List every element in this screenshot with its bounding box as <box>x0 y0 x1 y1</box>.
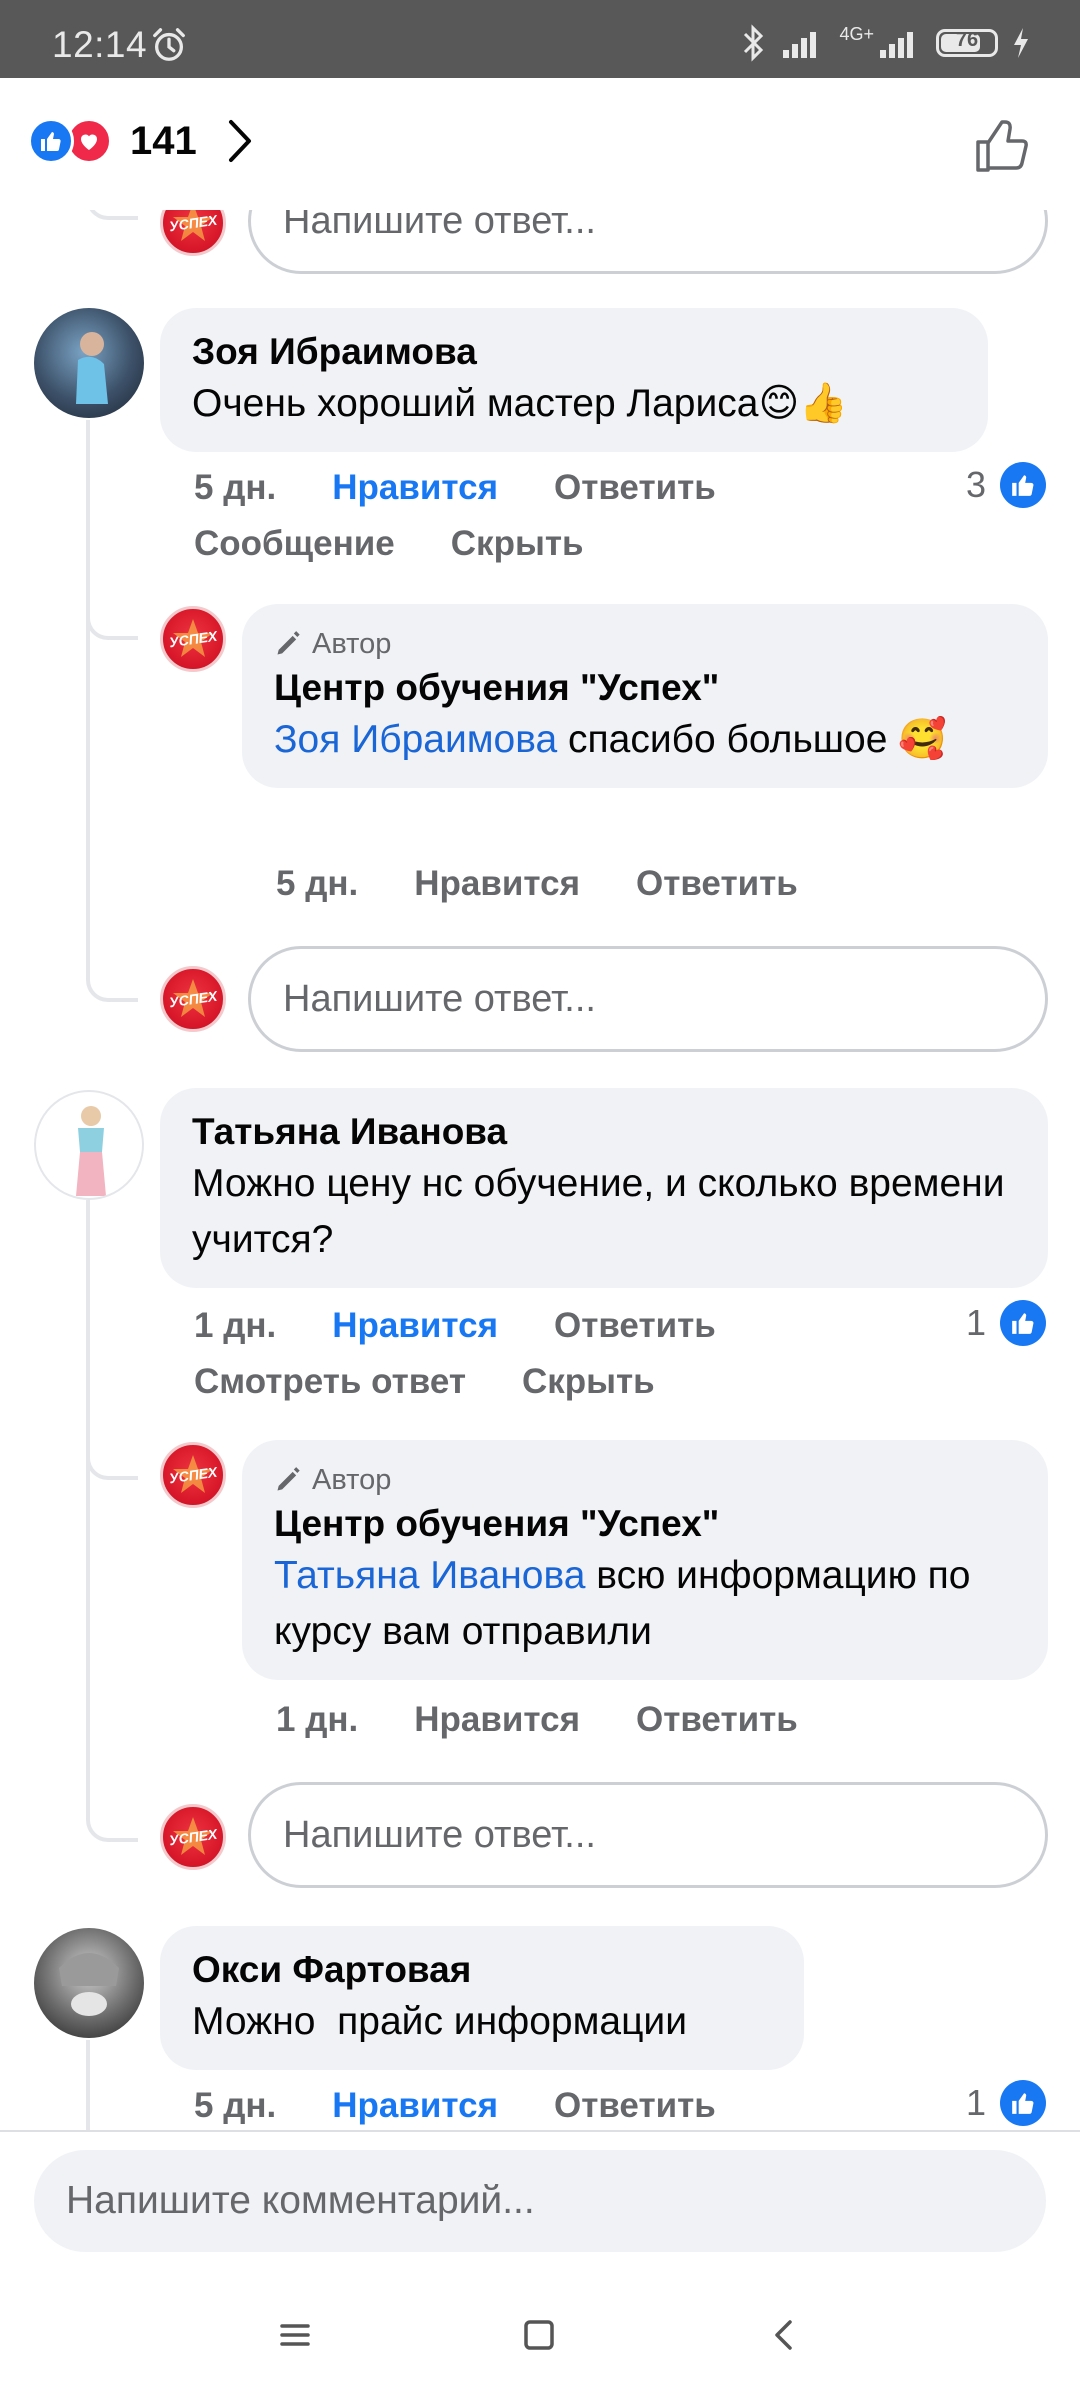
comment-time[interactable]: 1 дн. <box>194 1306 276 1346</box>
home-square-icon[interactable] <box>516 2312 562 2358</box>
comment-actions-secondary: Смотреть ответ Скрыть <box>194 1362 711 1402</box>
comment-actions-secondary: Сообщение Скрыть <box>194 524 640 564</box>
like-button[interactable]: Нравится <box>332 468 498 508</box>
reply-button[interactable]: Ответить <box>554 2086 716 2126</box>
pencil-icon <box>277 631 300 655</box>
like-badge-icon <box>1000 1300 1046 1346</box>
comment-bubble: Окси Фартовая Можно прайс информации <box>160 1926 804 2070</box>
reply-input[interactable]: Напишите ответ... <box>248 946 1048 1052</box>
author-badge: Автор <box>274 624 1016 664</box>
like-count-value: 3 <box>965 464 986 505</box>
thread-branch <box>86 960 138 1002</box>
like-button[interactable]: Нравится <box>332 2086 498 2126</box>
comment-author[interactable]: Татьяна Иванова <box>192 1108 1016 1156</box>
like-button[interactable]: Нравится <box>414 864 580 904</box>
comment-author[interactable]: Зоя Ибраимова <box>192 328 956 376</box>
mention-link[interactable]: Зоя Ибраимова <box>274 718 557 761</box>
back-icon[interactable] <box>762 2312 808 2358</box>
page-avatar[interactable]: УСПЕХ <box>160 1804 226 1870</box>
reply-bubble: Автор Центр обучения "Успех" Татьяна Ива… <box>242 1440 1048 1680</box>
reply-text: Зоя Ибраимова спасибо большое 🥰 <box>274 712 1016 768</box>
comment-text: Можно цену нс обучение, и сколько времен… <box>192 1162 1005 1261</box>
reply-button[interactable]: Ответить <box>554 1306 716 1346</box>
comment-actions: 5 дн. Нравится Ответить <box>194 468 772 508</box>
reactions-header: 141 <box>0 78 1080 210</box>
page-avatar[interactable]: УСПЕХ <box>160 606 226 672</box>
view-reply-button[interactable]: Смотреть ответ <box>194 1362 466 1402</box>
user-avatar[interactable] <box>34 1090 144 1200</box>
message-button[interactable]: Сообщение <box>194 524 395 564</box>
comment-text: Можно прайс информации <box>192 2000 687 2043</box>
thread-branch <box>86 1440 138 1480</box>
comment-bubble: Татьяна Иванова Можно цену нс обучение, … <box>160 1088 1048 1288</box>
page-avatar[interactable]: УСПЕХ <box>160 966 226 1032</box>
author-tag-label: Автор <box>312 628 392 660</box>
menu-icon[interactable] <box>272 2312 318 2358</box>
person-photo-icon <box>76 332 108 404</box>
user-avatar[interactable] <box>34 1928 144 2038</box>
like-post-icon[interactable] <box>972 116 1032 176</box>
like-button[interactable]: Нравится <box>414 1700 580 1740</box>
comment-like-count[interactable]: 3 <box>966 462 1046 508</box>
comment-text: Очень хороший мастер Лариса😊👍 <box>192 382 848 425</box>
reply-button[interactable]: Ответить <box>636 1700 798 1740</box>
like-count-value: 1 <box>965 2082 986 2123</box>
thread-line <box>86 1200 90 1800</box>
reply-button[interactable]: Ответить <box>636 864 798 904</box>
comment-input[interactable]: Напишите комментарий... <box>34 2150 1046 2252</box>
pencil-icon <box>277 1467 300 1491</box>
thread-branch <box>86 1800 138 1842</box>
comment-time[interactable]: 5 дн. <box>194 468 276 508</box>
reply-author[interactable]: Центр обучения "Успех" <box>274 664 1016 712</box>
comment-bubble: Зоя Ибраимова Очень хороший мастер Ларис… <box>160 308 988 452</box>
reactions-summary[interactable]: 141 <box>28 118 255 164</box>
page-avatar[interactable]: УСПЕХ <box>160 1442 226 1508</box>
reaction-count: 141 <box>130 118 197 163</box>
user-avatar[interactable] <box>34 308 144 418</box>
comments-feed[interactable]: УСПЕХ Напишите ответ... Зоя Ибраимова Оч… <box>0 0 1080 2130</box>
mention-link[interactable]: Татьяна Иванова <box>274 1554 585 1597</box>
like-count-value: 1 <box>965 1302 986 1343</box>
thread-branch <box>86 600 138 640</box>
reply-bubble: Автор Центр обучения "Успех" Зоя Ибраимо… <box>242 604 1048 788</box>
reply-time[interactable]: 5 дн. <box>276 864 358 904</box>
person-illustration-icon <box>76 1106 106 1196</box>
thread-line <box>86 420 90 980</box>
reply-text: Татьяна Иванова всю информацию по курсу … <box>274 1548 1016 1660</box>
reply-actions: 1 дн. Нравится Ответить <box>276 1700 854 1740</box>
reply-actions: 5 дн. Нравится Ответить <box>276 864 854 904</box>
reply-time[interactable]: 1 дн. <box>276 1700 358 1740</box>
reply-author[interactable]: Центр обучения "Успех" <box>274 1500 1016 1548</box>
like-reaction-icon <box>28 118 74 164</box>
reply-button[interactable]: Ответить <box>554 468 716 508</box>
comment-actions: 5 дн. Нравится Ответить <box>194 2086 772 2126</box>
hide-button[interactable]: Скрыть <box>522 1362 655 1402</box>
author-tag-label: Автор <box>312 1464 392 1496</box>
comment-like-count[interactable]: 1 <box>966 2080 1046 2126</box>
system-nav-bar <box>0 2270 1080 2400</box>
reply-input[interactable]: Напишите ответ... <box>248 1782 1048 1888</box>
chevron-right-icon <box>228 120 251 162</box>
comment-like-count[interactable]: 1 <box>966 1300 1046 1346</box>
reply-text-body: спасибо большое 🥰 <box>557 718 947 761</box>
comment-actions: 1 дн. Нравится Ответить <box>194 1306 772 1346</box>
thread-line <box>86 2040 90 2130</box>
like-badge-icon <box>1000 462 1046 508</box>
author-badge: Автор <box>274 1460 1016 1500</box>
comment-time[interactable]: 5 дн. <box>194 2086 276 2126</box>
like-button[interactable]: Нравится <box>332 1306 498 1346</box>
comment-author[interactable]: Окси Фартовая <box>192 1946 772 1994</box>
hide-button[interactable]: Скрыть <box>451 524 584 564</box>
person-photo-icon <box>59 1953 119 2016</box>
like-badge-icon <box>1000 2080 1046 2126</box>
comment-composer-bar: Напишите комментарий... <box>0 2130 1080 2270</box>
